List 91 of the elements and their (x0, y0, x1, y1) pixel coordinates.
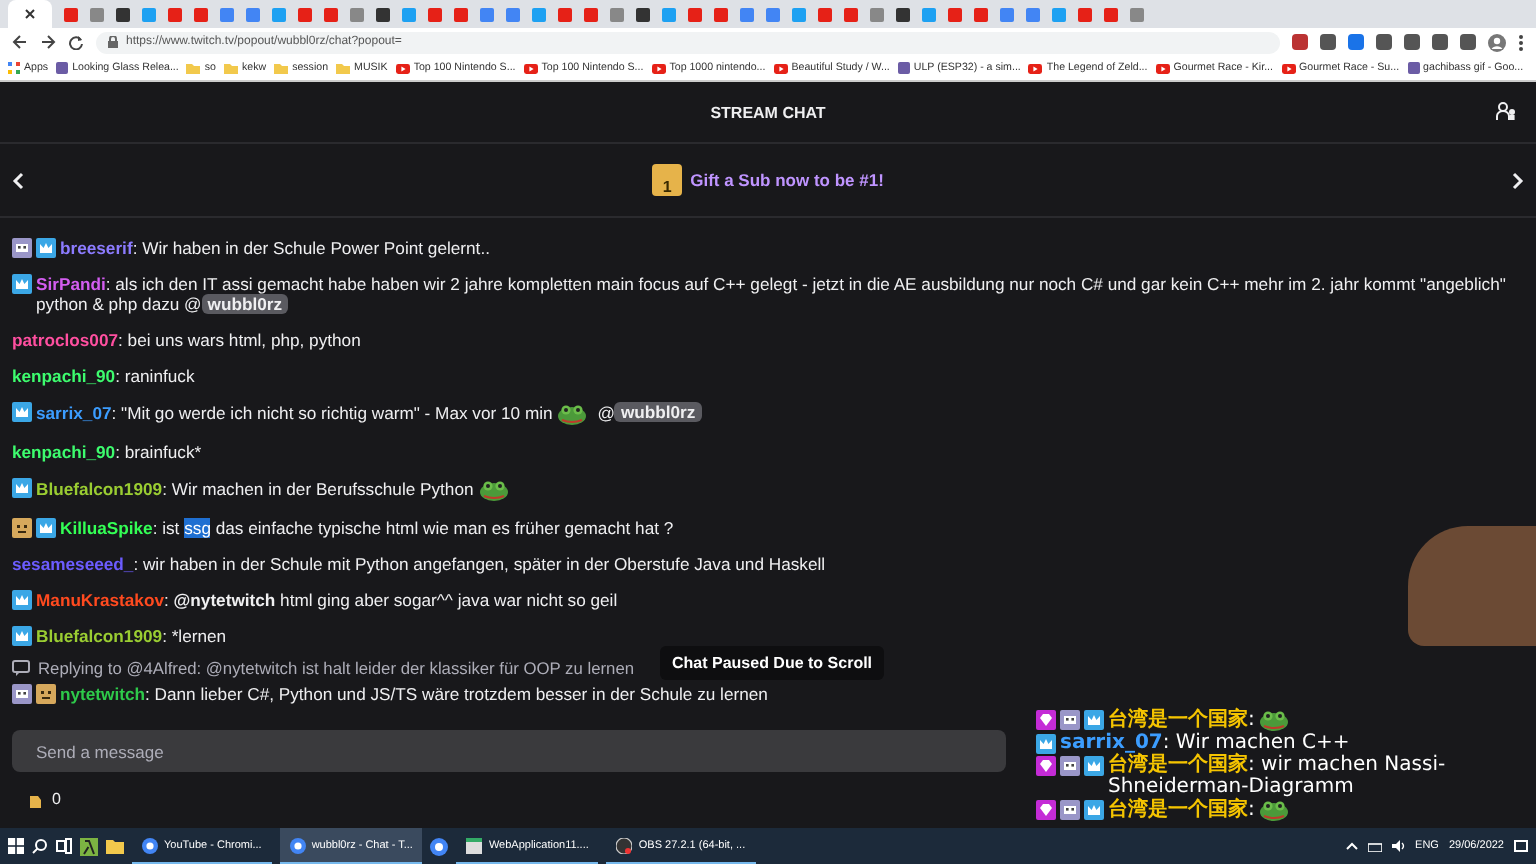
crown-badge-icon (12, 590, 32, 610)
overlay-message: 台湾是一个国家: (1108, 798, 1295, 822)
notification-icon[interactable] (1514, 839, 1528, 853)
play-icon (651, 63, 666, 73)
robot-badge-icon (1060, 800, 1080, 820)
overlay-message: 台湾是一个国家: (1108, 708, 1295, 732)
crown-badge-icon (12, 274, 32, 294)
crown-badge-icon (12, 402, 32, 422)
crown-badge-icon (36, 518, 56, 538)
chat-message: breeserif: Wir haben in der Schule Power Point gelernt.. (60, 238, 490, 258)
reply-icon (12, 660, 30, 676)
mention-chip[interactable]: wubbl0rz (614, 402, 702, 423)
gem-badge-icon (1036, 756, 1056, 776)
search-icon[interactable] (32, 838, 48, 854)
windows-start-icon[interactable] (8, 838, 24, 854)
chat-message: KilluaSpike: ist ssg das einfache typische html wie man es früher gemacht hat ? (60, 518, 674, 538)
more-menu-icon[interactable] (1518, 33, 1524, 51)
chat-paused-notice[interactable]: Chat Paused Due to Scroll (660, 646, 885, 680)
crown-badge-icon (12, 626, 32, 646)
browser-icon (289, 837, 306, 853)
chat-message: kenpachi_90: brainfuck* (12, 442, 202, 462)
chat-message: sesameseeed_: wir haben in der Schule mit Python angefangen, später in der Oberstufe Java und Haskell (12, 554, 826, 574)
app-window-icon (466, 837, 483, 853)
profile-icon[interactable] (1488, 33, 1506, 51)
play-icon (1281, 63, 1295, 73)
site-icon (1407, 62, 1420, 74)
message-input[interactable]: Send a message (12, 730, 1006, 772)
gift-icon: 1 (652, 164, 683, 196)
folder-icon (274, 62, 289, 74)
network-icon[interactable] (1367, 840, 1382, 852)
overlay-message: 台湾是一个国家: wir machen Nassi-Shneiderman-Diagramm (1108, 754, 1448, 798)
robot-badge-icon (1060, 756, 1080, 776)
browser-icon[interactable] (430, 837, 449, 855)
chevron-left-icon[interactable] (12, 171, 24, 189)
chat-title: STREAM CHAT (710, 103, 826, 121)
points-count: 0 (52, 790, 61, 808)
users-icon[interactable] (1496, 102, 1516, 120)
folder-icon[interactable] (106, 838, 124, 854)
cat-photo-placeholder (1408, 526, 1536, 646)
play-icon (523, 63, 538, 73)
reply-context: Replying to @4Alfred: @nytetwitch ist halt leider der klassiker für OOP zu lernen (38, 658, 635, 678)
channel-points-icon[interactable] (28, 791, 42, 807)
reload-icon[interactable] (68, 34, 84, 50)
speaker-icon[interactable] (1391, 840, 1406, 852)
folder-icon (336, 62, 351, 74)
chat-message: Bluefalcon1909: *lernen (36, 626, 227, 646)
gem-badge-icon (1036, 800, 1056, 820)
frog-emote-icon (477, 478, 510, 502)
play-icon (1028, 63, 1043, 73)
site-icon (56, 62, 69, 74)
mention-chip[interactable]: wubbl0rz (201, 294, 289, 314)
chat-message: SirPandi: als ich den IT assi gemacht habe haben wir 2 jahre kompletten main focus auf C++ gelegt - jetzt in die AE ausbildung nur noch C# und gar kein C++ mehr im 2. jahr kommt "angeblich" python & php dazu @ wubbl0rz (36, 274, 1508, 314)
robot-badge-icon (12, 684, 32, 704)
lambda-app-icon[interactable] (80, 837, 98, 855)
crown-badge-icon (36, 238, 56, 258)
chevron-up-icon[interactable] (1345, 842, 1358, 850)
crown-badge-icon (1084, 800, 1104, 820)
crown-badge-icon (1084, 756, 1104, 776)
folder-icon (223, 62, 238, 74)
close-icon (24, 8, 36, 20)
record-app-icon (616, 837, 633, 853)
play-icon (1155, 63, 1170, 73)
robot-badge-icon (12, 238, 32, 258)
lock-icon (108, 36, 118, 48)
chat-message: nytetwitch: Dann lieber C#, Python und JS/TS wäre trotzdem besser in der Schule zu lernen (60, 684, 768, 704)
browser-icon (142, 837, 158, 853)
folder-icon (186, 62, 201, 74)
apps-grid-icon (8, 62, 20, 74)
chat-message: kenpachi_90: raninfuck (12, 366, 195, 386)
gift-sub-prompt[interactable]: Gift a Sub now to be #1! (690, 170, 884, 190)
crown-badge-icon (1084, 710, 1104, 730)
robot-badge-icon (1060, 710, 1080, 730)
chevron-right-icon[interactable] (1512, 171, 1524, 189)
chat-message: ManuKrastakov: @nytetwitch html ging aber sogar^^ java war nicht so geil (36, 590, 618, 610)
back-arrow-icon[interactable] (12, 34, 28, 50)
chat-message: patroclos007: bei uns wars html, php, python (12, 330, 361, 350)
play-icon (773, 63, 788, 73)
overlay-message: sarrix_07: Wir machen C++ (1060, 732, 1350, 754)
crown-badge-icon (1036, 734, 1056, 754)
chat-message: sarrix_07: "Mit go werde ich nicht so richtig warm" - Max vor 10 min @ wubbl0rz (36, 402, 702, 426)
crown-badge-icon (12, 478, 32, 498)
face-badge-icon (36, 684, 56, 704)
gem-badge-icon (1036, 710, 1056, 730)
play-icon (395, 63, 410, 73)
site-icon (897, 62, 910, 74)
face-badge-icon (12, 518, 32, 538)
forward-arrow-icon[interactable] (40, 34, 56, 50)
chat-message: Bluefalcon1909: Wir machen in der Berufsschule Python (36, 478, 514, 502)
task-view-icon[interactable] (56, 838, 72, 854)
frog-emote-icon (556, 402, 589, 426)
browser-tab[interactable] (8, 0, 52, 28)
